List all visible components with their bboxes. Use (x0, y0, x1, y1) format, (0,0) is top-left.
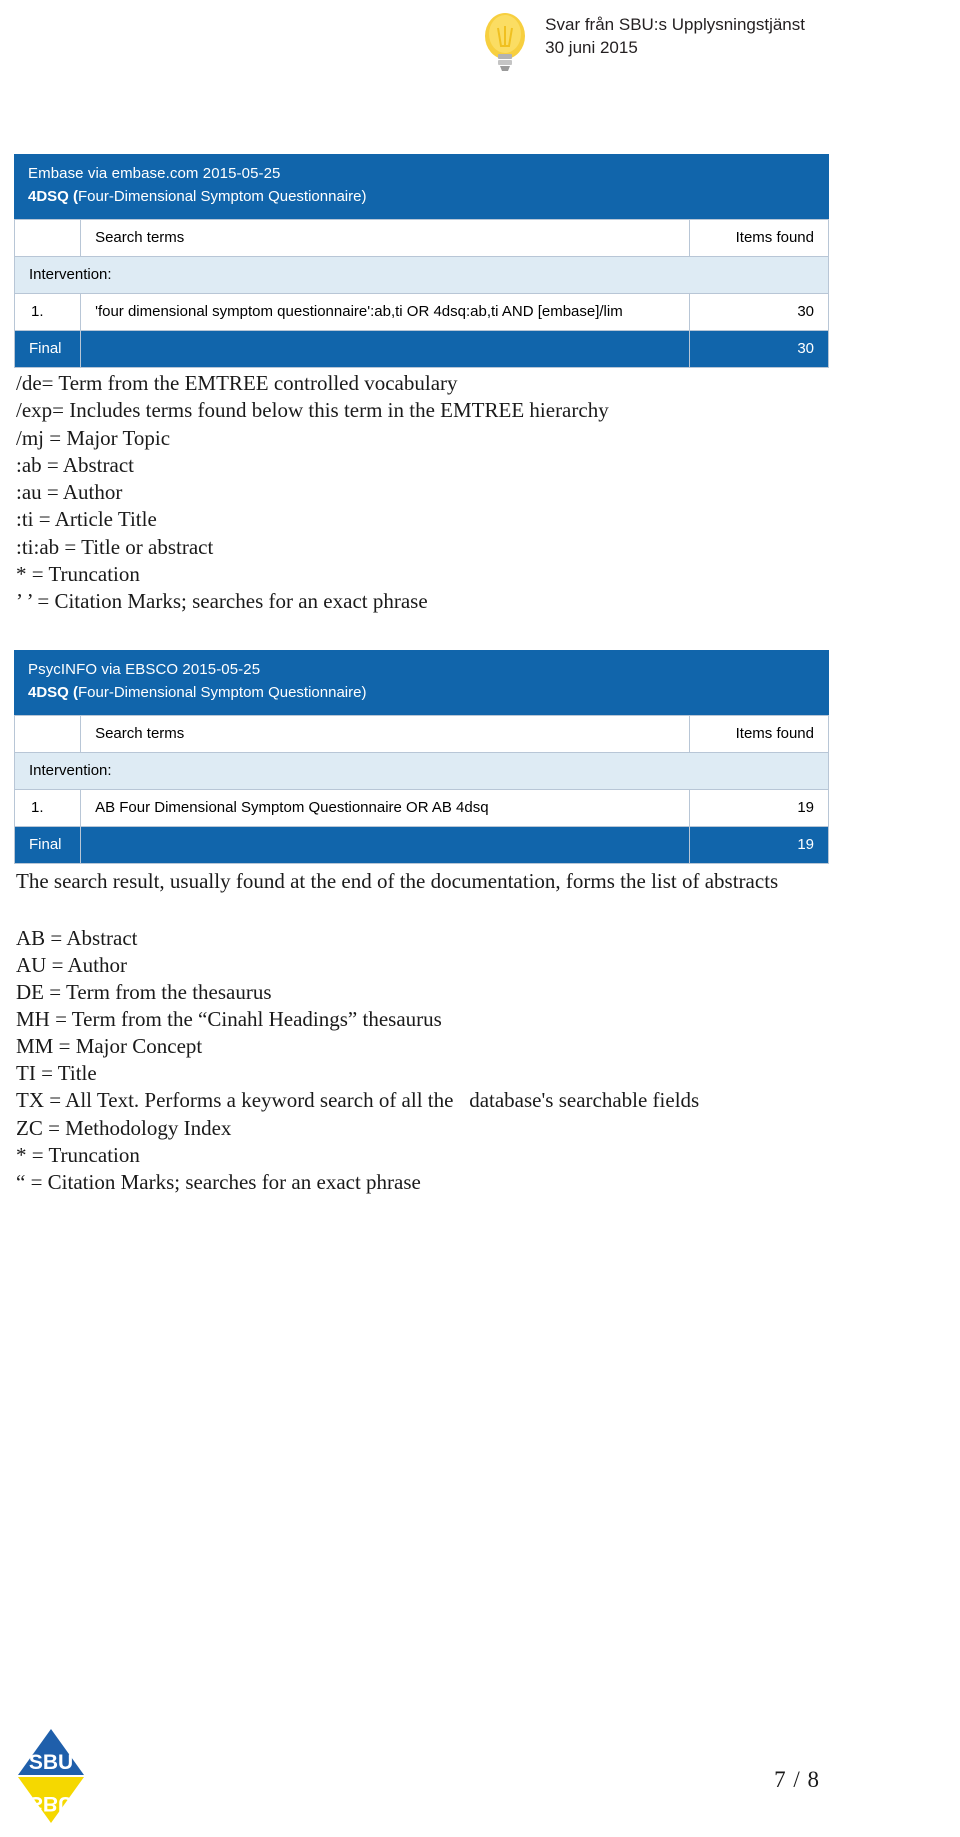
table-column-header-row: Search terms Items found (13, 219, 830, 257)
legend-line: * = Truncation (16, 1142, 140, 1167)
database-line: Embase via embase.com 2015-05-25 (28, 165, 281, 182)
table-row: 1. 'four dimensional symptom questionnai… (13, 293, 830, 331)
legend-psycinfo: AB = Abstract AU = Author DE = Term from… (14, 923, 946, 1196)
topic-line: 4DSQ (Four-Dimensional Symptom Questionn… (28, 681, 829, 706)
header-line-2: 30 juni 2015 (545, 37, 638, 57)
legend-embase: /de= Term from the EMTREE controlled voc… (14, 368, 946, 616)
row-number: 1. (13, 293, 82, 331)
final-items-found: 19 (688, 825, 830, 864)
lightbulb-icon (479, 10, 531, 72)
legend-line: TX = All Text. Performs a keyword search… (16, 1088, 700, 1113)
row-items-found: 30 (688, 293, 830, 331)
final-row: Final 30 (13, 330, 830, 368)
topic-full: Four-Dimensional Symptom Questionnaire) (78, 683, 367, 701)
page-footer: SBU SBU 7 / 8 (0, 1717, 960, 1837)
document-content: Embase via embase.com 2015-05-25 4DSQ (F… (0, 92, 960, 1196)
col-header-number (13, 219, 82, 257)
final-terms (80, 330, 690, 368)
legend-line: “ = Citation Marks; searches for an exac… (16, 1169, 421, 1194)
final-label: Final (13, 825, 82, 864)
search-block-psycinfo: PsycINFO via EBSCO 2015-05-25 4DSQ (Four… (13, 649, 830, 864)
col-header-items-found: Items found (688, 714, 830, 753)
legend-line: ZC = Methodology Index (16, 1115, 232, 1140)
legend-line: ’ ’ = Citation Marks; searches for an ex… (16, 589, 428, 614)
table-header-embase: Embase via embase.com 2015-05-25 4DSQ (F… (14, 154, 829, 219)
legend-line: AU = Author (16, 953, 128, 978)
legend-line: MH = Term from the “Cinahl Headings” the… (16, 1007, 442, 1032)
search-table-embase: Search terms Items found Intervention: 1… (13, 219, 830, 368)
database-line: PsycINFO via EBSCO 2015-05-25 (28, 660, 261, 678)
legend-line: MM = Major Concept (16, 1034, 203, 1059)
legend-line: :ti:ab = Title or abstract (16, 534, 214, 559)
svg-text:SBU: SBU (29, 1792, 73, 1815)
page-header: Svar från SBU:s Upplysningstjänst 30 jun… (0, 0, 960, 92)
final-items-found: 30 (688, 330, 830, 368)
row-items-found: 19 (688, 788, 830, 827)
group-row-intervention: Intervention: (14, 256, 829, 294)
search-table-psycinfo: Search terms Items found Intervention: 1… (13, 714, 830, 864)
row-search-terms: AB Four Dimensional Symptom Questionnair… (80, 788, 690, 827)
table-row: 1. AB Four Dimensional Symptom Questionn… (13, 788, 830, 827)
final-label: Final (13, 330, 82, 368)
legend-line: TI = Title (16, 1061, 97, 1086)
legend-line: /de= Term from the EMTREE controlled voc… (16, 371, 458, 395)
legend-line: :ti = Article Title (16, 507, 157, 532)
sbu-logo: SBU SBU (14, 1727, 88, 1825)
legend-line: AB = Abstract (16, 925, 138, 950)
topic-abbrev: 4DSQ ( (28, 683, 79, 701)
final-terms (80, 825, 690, 864)
svg-text:SBU: SBU (29, 1751, 73, 1774)
col-header-search-terms: Search terms (80, 219, 690, 257)
search-block-embase: Embase via embase.com 2015-05-25 4DSQ (F… (13, 154, 830, 368)
topic-line: 4DSQ (Four-Dimensional Symptom Questionn… (28, 185, 829, 210)
page-number: 7 / 8 (774, 1767, 820, 1792)
topic-abbrev: 4DSQ ( (28, 188, 79, 206)
search-result-note: The search result, usually found at the … (16, 868, 779, 893)
legend-line: /exp= Includes terms found below this te… (16, 398, 609, 423)
col-header-search-terms: Search terms (80, 714, 690, 753)
row-search-terms: 'four dimensional symptom questionnaire'… (80, 293, 690, 331)
col-header-number (13, 714, 82, 753)
legend-line: :au = Author (16, 480, 123, 505)
header-text-block: Svar från SBU:s Upplysningstjänst 30 jun… (545, 10, 805, 60)
group-label: Intervention: (14, 751, 829, 790)
topic-full: Four-Dimensional Symptom Questionnaire) (78, 188, 367, 206)
col-header-items-found: Items found (688, 219, 830, 257)
group-row-intervention: Intervention: (14, 751, 829, 790)
group-label: Intervention: (14, 256, 829, 294)
legend-line: :ab = Abstract (16, 452, 134, 477)
table-column-header-row: Search terms Items found (13, 714, 830, 753)
table-header-psycinfo: PsycINFO via EBSCO 2015-05-25 4DSQ (Four… (14, 649, 829, 715)
legend-line: DE = Term from the thesaurus (16, 980, 272, 1005)
header-line-1: Svar från SBU:s Upplysningstjänst (545, 15, 805, 34)
final-row: Final 19 (13, 825, 830, 864)
legend-line: /mj = Major Topic (16, 425, 171, 450)
legend-line: * = Truncation (16, 562, 140, 587)
row-number: 1. (13, 788, 82, 827)
